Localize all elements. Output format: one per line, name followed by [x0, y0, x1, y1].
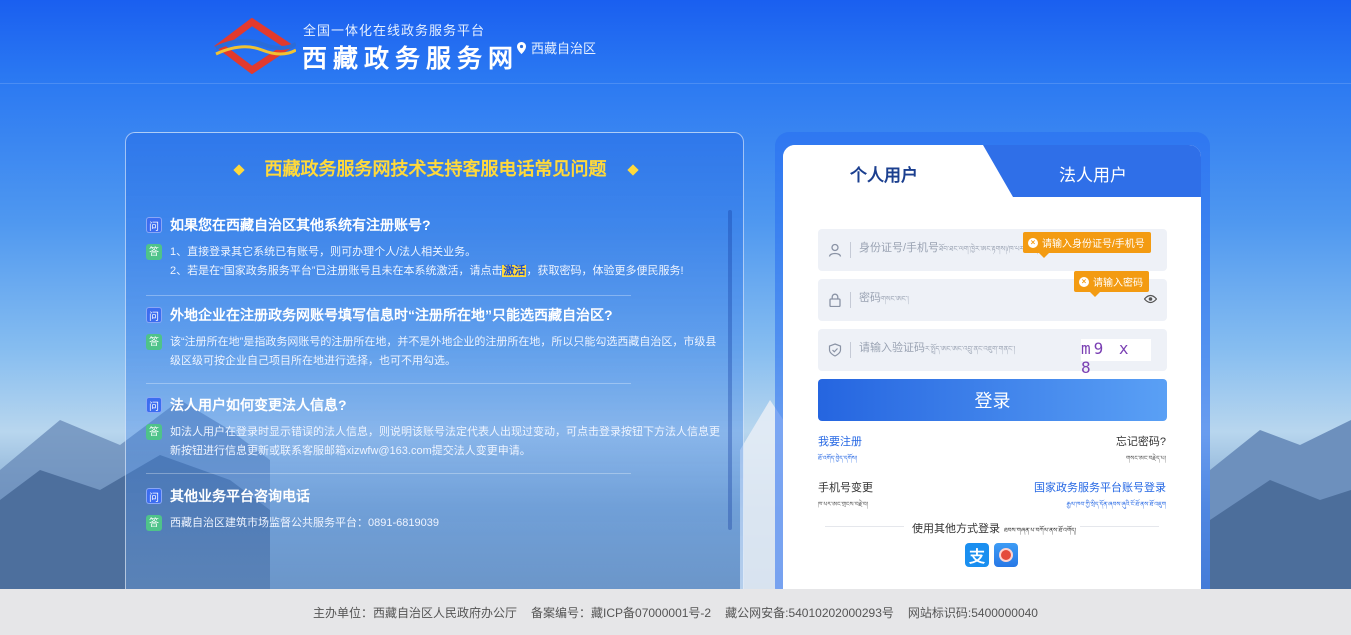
register-label-tibetan: ཐོ་འགོད་བྱེད་དགོས། [818, 456, 858, 462]
password-tip-text: 请输入密码 [1093, 278, 1143, 289]
error-icon: × [1028, 237, 1038, 248]
national-login-label-tibetan: རྒྱལ་ཁབ་ཀྱི་སྲིད་དོན་ཞབས་ཞུའི་ངོ་ཐོ་ནས་ཐ… [1066, 502, 1166, 508]
question-icon: 问 [146, 488, 162, 504]
faq-title-row: 西藏政务服务网技术支持客服电话常见问题 [126, 155, 745, 181]
id-placeholder: 身份证号/手机号 [859, 242, 940, 254]
password-placeholder: 密码 [859, 292, 881, 304]
lock-icon [829, 293, 841, 307]
forgot-label-tibetan: གསང་ཨང་བརྗེད་པ། [1126, 456, 1166, 462]
national-platform-login-link[interactable]: 国家政务服务平台账号登录 རྒྱལ་ཁབ་ཀྱི་སྲིད་དོན་ཞབས་ཞུའ… [1034, 479, 1166, 515]
faq-question: 如果您在西藏自治区其他系统有注册账号? [170, 217, 431, 233]
faq-question: 法人用户如何变更法人信息? [170, 397, 347, 413]
captcha-text: m9 x 8 [1081, 339, 1132, 377]
answer-icon: 答 [146, 334, 162, 350]
faq-item: 问其他业务平台咨询电话 答西藏自治区建筑市场监督公共服务平台：0891-6819… [146, 486, 726, 533]
id-tip-text: 请输入身份证号/手机号 [1042, 239, 1145, 250]
forgot-label: 忘记密码? [1115, 436, 1166, 448]
faq-answer: 如法人用户在登录时显示错误的法人信息，则说明该账号法定代表人出现过变动，可点击登… [170, 426, 720, 457]
user-icon [828, 243, 842, 257]
divider [146, 473, 631, 474]
tab-legal-user[interactable]: 法人用户 [1059, 161, 1127, 186]
question-icon: 问 [146, 307, 162, 323]
shield-icon [828, 343, 842, 357]
faq-item: 问法人用户如何变更法人信息? 答如法人用户在登录时显示错误的法人信息，则说明该账… [146, 395, 726, 461]
faq-answer-line: 2、若是在“国家政务服务平台”已注册账号且未在本系统激活，请点击 [170, 265, 503, 277]
faq-answer-line: 1、直接登录其它系统已有账号，则可办理个人/法人相关业务。 [170, 246, 477, 258]
national-login-label: 国家政务服务平台账号登录 [1034, 482, 1166, 494]
faq-question: 其他业务平台咨询电话 [170, 488, 310, 504]
diamond-icon [626, 164, 639, 176]
site-name: 西藏政务服务网 [302, 45, 520, 73]
answer-icon: 答 [146, 244, 162, 260]
footer-icp[interactable]: 备案编号：藏ICP备07000001号-2 [531, 604, 711, 621]
footer-site-id: 网站标识码:5400000040 [907, 605, 1038, 620]
faq-item: 问外地企业在注册政务网账号填写信息时“注册所在地”只能选西藏自治区? 答该“注册… [146, 305, 726, 371]
change-phone-label: 手机号变更 [818, 482, 873, 494]
field-divider [850, 342, 851, 358]
other-login-methods: 使用其他方式登录 ཐབས་གཞན་པ་བཀོལ་ནས་ཐོ་འགོད། [825, 520, 1159, 541]
answer-icon: 答 [146, 515, 162, 531]
field-divider [850, 292, 851, 308]
question-icon: 问 [146, 217, 162, 233]
faq-scrollbar[interactable] [728, 210, 732, 530]
captcha-placeholder-tibetan: ར་སྤྲོད་ཨང་ཨང་འབྲུ་ནང་འཇུག་གནང་། [925, 346, 1016, 353]
change-phone-label-tibetan: ཁ་པར་ཨང་གྲངས་བརྗེ་བ། [818, 502, 869, 508]
faq-title: 西藏政务服务网技术支持客服电话常见问题 [264, 159, 607, 179]
other-methods-label-tibetan: ཐབས་གཞན་པ་བཀོལ་ནས་ཐོ་འགོད། [1004, 528, 1076, 534]
gov-app-login-icon[interactable] [994, 543, 1018, 567]
location-pin-icon [517, 41, 526, 54]
register-label: 我要注册 [818, 436, 862, 448]
forgot-password-link[interactable]: 忘记密码? གསང་ཨང་བརྗེད་པ། [1116, 433, 1166, 469]
faq-answer-line: ，获取密码，体验更多便民服务! [526, 265, 684, 277]
tab-personal-user[interactable]: 个人用户 [850, 161, 918, 186]
divider [146, 295, 631, 296]
answer-icon: 答 [146, 424, 162, 440]
divider [146, 383, 631, 384]
region-selector[interactable]: 西藏自治区 [517, 38, 596, 57]
faq-panel: 西藏政务服务网技术支持客服电话常见问题 问如果您在西藏自治区其他系统有注册账号?… [125, 132, 744, 602]
faq-question: 外地企业在注册政务网账号填写信息时“注册所在地”只能选西藏自治区? [170, 307, 613, 323]
login-button[interactable]: 登录 [818, 379, 1167, 421]
password-error-tip: × 请输入密码 [1074, 271, 1149, 297]
captcha-image[interactable]: m9 x 8 [1081, 339, 1151, 377]
alipay-login-icon[interactable]: 支 [965, 543, 989, 567]
footer-police[interactable]: 藏公网安备:54010202000293号 [725, 604, 894, 621]
password-placeholder-tibetan: གསང་ཨང་། [881, 296, 909, 303]
other-methods-label: 使用其他方式登录 [908, 523, 1005, 535]
site-header: 全国一体化在线政务服务平台 西藏政务服务网 西藏自治区 [0, 0, 1351, 84]
change-phone-link[interactable]: 手机号变更 ཁ་པར་ཨང་གྲངས་བརྗེ་བ། [818, 479, 873, 515]
captcha-input[interactable]: 请输入验证码ར་སྤྲོད་ཨང་ཨང་འབྲུ་ནང་འཇུག་གནང་། m… [818, 329, 1167, 377]
captcha-placeholder: 请输入验证码 [859, 342, 925, 354]
footer-host: 主办单位：西藏自治区人民政府办公厅 [313, 605, 518, 620]
error-icon: × [1079, 276, 1089, 287]
site-logo-icon [214, 18, 296, 74]
region-label: 西藏自治区 [531, 41, 597, 56]
register-link[interactable]: 我要注册 ཐོ་འགོད་བྱེད་དགོས། [818, 433, 862, 469]
faq-answer: 该“注册所在地”是指政务网账号的注册所在地，并不是外地企业的注册所在地，所以只能… [170, 336, 717, 367]
faq-item: 问如果您在西藏自治区其他系统有注册账号? 答 1、直接登录其它系统已有账号，则可… [146, 215, 726, 281]
diamond-icon [232, 164, 245, 176]
question-icon: 问 [146, 397, 162, 413]
show-password-icon[interactable] [1144, 294, 1157, 304]
activate-link[interactable]: 激活 [502, 265, 527, 277]
faq-answer: 西藏自治区建筑市场监督公共服务平台：0891-6819039 [170, 517, 439, 529]
site-footer: 主办单位：西藏自治区人民政府办公厅 备案编号：藏ICP备07000001号-2 … [0, 589, 1351, 635]
id-error-tip: × 请输入身份证号/手机号 [1023, 232, 1151, 258]
platform-subtitle: 全国一体化在线政务服务平台 [303, 23, 486, 38]
login-card: 个人用户 法人用户 身份证号/手机号ཐོབ་ཐང་ལག་ཁྱེར་ཨང་རྟགས… [783, 145, 1201, 590]
login-tabs: 个人用户 法人用户 [783, 145, 1201, 197]
field-divider [850, 242, 851, 258]
